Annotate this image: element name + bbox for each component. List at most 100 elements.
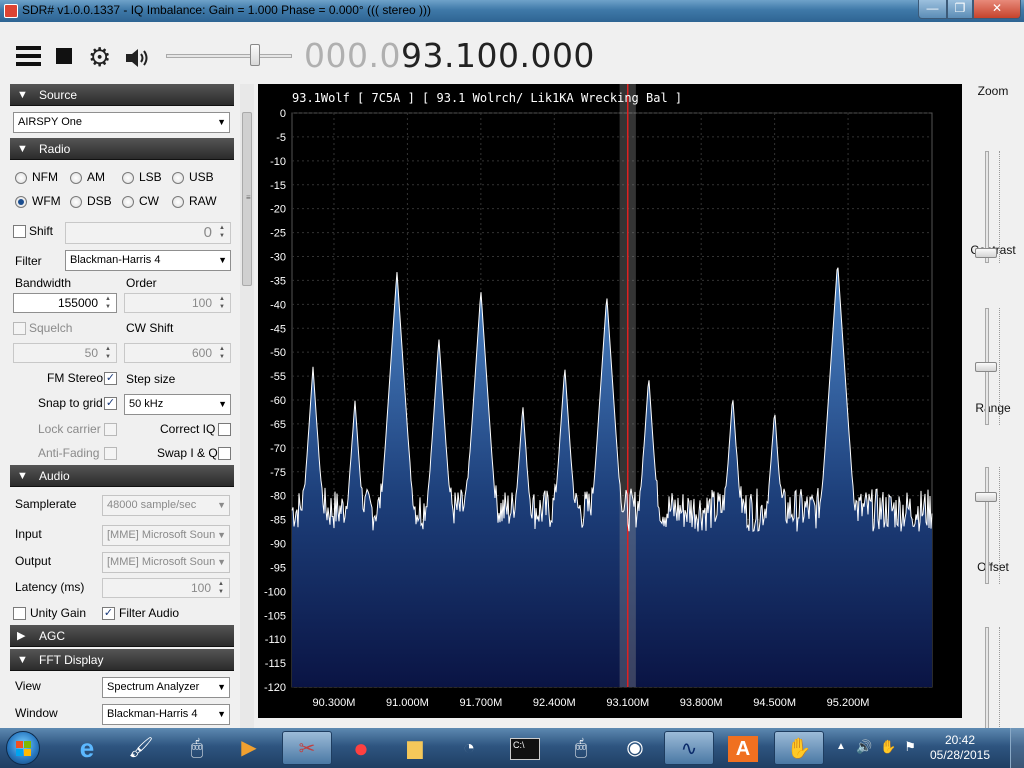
spin-arrows-icon[interactable]: ▲ ▼	[215, 345, 229, 361]
mode-label-am: AM	[87, 170, 105, 184]
fm-stereo-label: FM Stereo	[47, 371, 104, 385]
minimize-button[interactable]: —	[918, 0, 947, 19]
menu-icon[interactable]	[16, 43, 42, 69]
rds-text: 93.1Wolf [ 7C5A ] [ 93.1 Wolrch/ Lik1KA …	[292, 91, 682, 105]
maximize-button[interactable]: ❐	[947, 0, 973, 19]
app-window: ⚙ 000.093.100.000 ▼ Source AIRSPY One ▼ …	[0, 22, 1024, 739]
spin-arrows-icon[interactable]: ▲ ▼	[101, 345, 115, 361]
samplerate-select[interactable]: 48000 sample/sec ▼	[102, 495, 230, 516]
shift-checkbox[interactable]	[13, 225, 26, 238]
mode-radio-usb[interactable]	[172, 172, 184, 184]
zoom-label: Zoom	[977, 84, 1009, 98]
y-tick-label: -35	[270, 275, 286, 287]
title-bar[interactable]: SDR# v1.0.0.1337 - IQ Imbalance: Gain = …	[0, 0, 1024, 22]
spin-arrows-icon[interactable]: ▲ ▼	[101, 295, 115, 311]
spectrum-plot[interactable]: 0 -5 -10 -15 -20 -25 -30 -35 -40 -45 -50 -55 -60 -65 -…	[258, 84, 962, 718]
tray-expand-icon[interactable]: ▲	[836, 741, 846, 752]
mode-radio-am[interactable]	[70, 172, 82, 184]
volume-thumb[interactable]	[250, 44, 260, 66]
zoom-slider-track[interactable]	[985, 151, 989, 263]
source-header[interactable]: ▼ Source	[10, 84, 234, 106]
snap-to-grid-checkbox[interactable]: ✓	[104, 397, 117, 410]
start-button[interactable]	[6, 731, 40, 765]
frequency-leading-digits[interactable]: 000.0	[304, 36, 401, 75]
fm-stereo-checkbox[interactable]: ✓	[104, 372, 117, 385]
bandwidth-value: 155000	[57, 296, 98, 310]
sdr-sharp-taskbar-icon[interactable]: ✂	[282, 731, 332, 765]
dvd-icon[interactable]: ◉	[610, 731, 660, 765]
offset-slider-track[interactable]	[985, 627, 989, 739]
squelch-checkbox[interactable]	[13, 322, 26, 335]
media-player-icon[interactable]: ▶	[224, 731, 274, 765]
mode-radio-raw[interactable]	[172, 196, 184, 208]
mode-radio-dsb[interactable]	[70, 196, 82, 208]
command-prompt-icon[interactable]: C:\	[500, 731, 550, 765]
record-icon[interactable]: ●	[336, 731, 386, 765]
internet-explorer-icon[interactable]: e	[62, 731, 112, 765]
filter-select[interactable]: Blackman-Harris 4 ▼	[65, 250, 231, 271]
fft-display-header[interactable]: ▼ FFT Display	[10, 649, 234, 671]
spin-arrows-icon[interactable]: ▲ ▼	[214, 580, 228, 596]
correct-iq-checkbox[interactable]	[218, 423, 231, 436]
spin-arrows-icon[interactable]: ▲ ▼	[215, 224, 229, 240]
y-tick-label: -70	[270, 443, 286, 455]
squelch-input[interactable]: 50 ▲ ▼	[13, 343, 117, 363]
swap-iq-checkbox[interactable]	[218, 447, 231, 460]
range-slider-thumb[interactable]	[975, 491, 997, 502]
gear-icon[interactable]: ⚙	[88, 44, 114, 70]
window-select[interactable]: Blackman-Harris 4 ▼	[102, 704, 230, 725]
ableton-icon[interactable]: A	[718, 731, 768, 765]
mouse-icon[interactable]: 🖱	[172, 731, 222, 765]
panel-scrollbar[interactable]: ≡	[240, 84, 254, 728]
stop-icon[interactable]	[56, 48, 72, 64]
mode-label-lsb: LSB	[139, 170, 162, 184]
dial-icon[interactable]: ◔	[444, 731, 494, 765]
mode-radio-lsb[interactable]	[122, 172, 134, 184]
taskbar: e 🖌 🖱 ▶ ✂ ● ▆ ◔ C:\ 🖱 ◉ ∿ A ✋ ▲ 🔊✋⚑ 20:4…	[0, 728, 1024, 768]
x-tick-label: 93.100M	[606, 697, 649, 709]
clock[interactable]: 20:42 05/28/2015	[928, 733, 992, 763]
mouse-settings-icon[interactable]: 🖱	[556, 731, 606, 765]
hand-app-icon[interactable]: ✋	[774, 731, 824, 765]
view-select[interactable]: Spectrum Analyzer ▼	[102, 677, 230, 698]
x-tick-label: 92.400M	[533, 697, 576, 709]
waves-app-icon[interactable]: ∿	[664, 731, 714, 765]
anti-fading-checkbox[interactable]	[104, 447, 117, 460]
spectrum-analyzer[interactable]: 0 -5 -10 -15 -20 -25 -30 -35 -40 -45 -50 -55 -60 -65 -…	[258, 84, 962, 718]
frequency-display[interactable]: 000.093.100.000	[304, 36, 595, 75]
explorer-folder-icon[interactable]: ▆	[390, 731, 440, 765]
mode-radio-cw[interactable]	[122, 196, 134, 208]
volume-track	[166, 54, 292, 58]
system-tray-icons[interactable]: 🔊✋⚑	[856, 739, 924, 755]
latency-input[interactable]: 100 ▲ ▼	[102, 578, 230, 598]
agc-header[interactable]: ▶ AGC	[10, 625, 234, 647]
order-input[interactable]: 100 ▲ ▼	[124, 293, 231, 313]
contrast-slider-thumb[interactable]	[975, 361, 997, 372]
speaker-icon[interactable]	[124, 46, 150, 70]
lock-carrier-checkbox[interactable]	[104, 423, 117, 436]
radio-header[interactable]: ▼ Radio	[10, 138, 234, 160]
show-desktop-button[interactable]	[1010, 728, 1024, 768]
shift-input[interactable]: 0 ▲ ▼	[65, 222, 231, 244]
range-slider-track[interactable]	[985, 467, 989, 584]
close-button[interactable]: ✕	[973, 0, 1021, 19]
step-size-select[interactable]: 50 kHz ▼	[124, 394, 231, 415]
audio-header[interactable]: ▼ Audio	[10, 465, 234, 487]
volume-slider[interactable]	[166, 44, 292, 68]
input-device-select[interactable]: [MME] Microsoft Soun ▼	[102, 525, 230, 546]
panel-scrollbar-thumb[interactable]: ≡	[242, 112, 252, 286]
paint-icon[interactable]: 🖌	[116, 731, 166, 765]
spin-arrows-icon[interactable]: ▲ ▼	[215, 295, 229, 311]
cw-shift-input[interactable]: 600 ▲ ▼	[124, 343, 231, 363]
source-device-value: AIRSPY One	[18, 116, 82, 128]
step-size-label: Step size	[126, 372, 176, 386]
source-device-select[interactable]: AIRSPY One ▼	[13, 112, 230, 133]
mode-radio-nfm[interactable]	[15, 172, 27, 184]
output-device-select[interactable]: [MME] Microsoft Soun ▼	[102, 552, 230, 573]
mode-radio-wfm[interactable]	[15, 196, 27, 208]
filter-audio-checkbox[interactable]: ✓	[102, 607, 115, 620]
zoom-slider-thumb[interactable]	[975, 247, 997, 258]
bandwidth-input[interactable]: 155000 ▲ ▼	[13, 293, 117, 313]
unity-gain-checkbox[interactable]	[13, 607, 26, 620]
frequency-digits[interactable]: 93.100.000	[401, 36, 595, 75]
